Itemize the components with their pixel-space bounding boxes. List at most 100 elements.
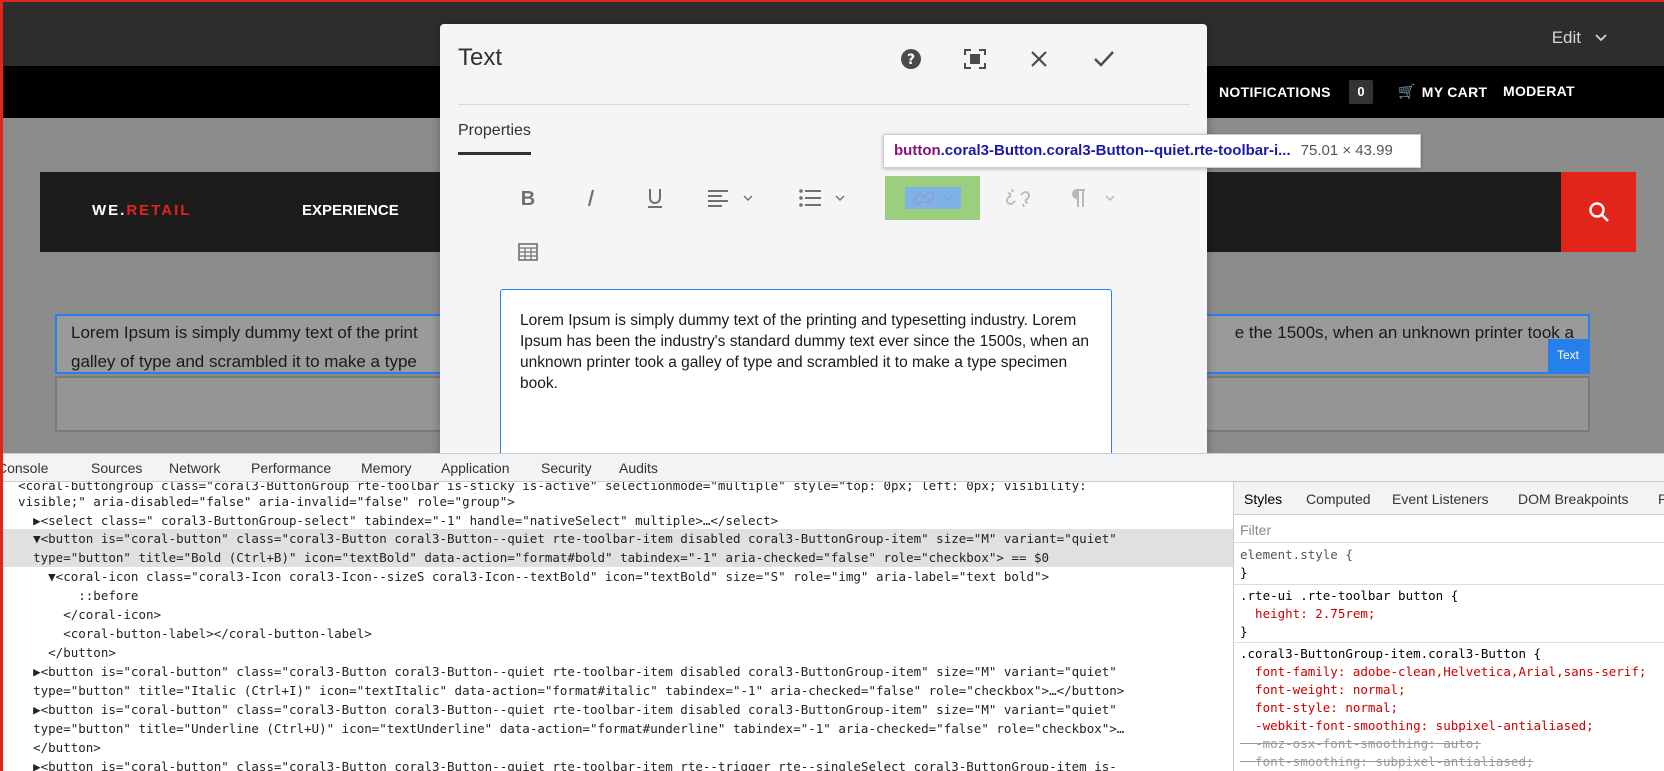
mode-selector[interactable]: Edit	[1552, 28, 1607, 48]
divider	[1234, 542, 1664, 543]
style-line: }	[1240, 565, 1248, 580]
moderate-label: MODERAT	[1503, 83, 1575, 99]
element-inspector-tooltip: button.coral3-Button.coral3-Button--quie…	[883, 134, 1421, 168]
dom-line-selected[interactable]: type="button" title="Bold (Ctrl+B)" icon…	[3, 548, 1233, 567]
chevron-down-icon	[835, 195, 845, 201]
tooltip-classes: .coral3-Button.coral3-Button--quiet.rte-…	[940, 142, 1291, 159]
chevron-down-icon	[1105, 195, 1115, 201]
unlink-button[interactable]	[995, 176, 1041, 220]
styles-tabbar: Styles Computed Event Listeners DOM Brea…	[1234, 482, 1664, 515]
style-line[interactable]: font-style: normal;	[1240, 699, 1398, 717]
tab-security[interactable]: Security	[541, 460, 592, 476]
logo[interactable]: WE.RETAIL	[92, 202, 191, 219]
dom-line[interactable]: ::before	[3, 586, 138, 605]
dom-line[interactable]: ▼<coral-icon class="coral3-Icon coral3-I…	[3, 567, 1049, 586]
list-icon	[799, 189, 821, 207]
style-line[interactable]: -webkit-font-smoothing: subpixel-antiali…	[1240, 717, 1594, 735]
bold-button[interactable]: B	[505, 176, 551, 220]
style-line[interactable]: .rte-ui .rte-toolbar button {	[1240, 587, 1458, 605]
search-icon	[1588, 202, 1609, 222]
list-dropdown[interactable]	[787, 176, 857, 220]
close-button[interactable]	[1025, 45, 1053, 73]
styles-filter-input[interactable]: Filter	[1240, 522, 1271, 538]
dom-line[interactable]: ▶<select class=" coral3-ButtonGroup-sele…	[3, 511, 778, 530]
italic-button[interactable]	[568, 176, 614, 220]
dom-line[interactable]: </button>	[3, 643, 116, 662]
dom-line-selected[interactable]: ▼<button is="coral-button" class="coral3…	[3, 529, 1233, 548]
tab-performance[interactable]: Performance	[251, 460, 331, 476]
elements-tree: <coral-buttongroup class="coral3-ButtonG…	[3, 482, 1233, 771]
style-line[interactable]: .coral3-ButtonGroup-item.coral3-Button {	[1240, 645, 1541, 663]
dom-line[interactable]: </coral-icon>	[3, 605, 161, 624]
dom-line[interactable]: type="button" title="Underline (Ctrl+U)"…	[3, 719, 1124, 738]
tooltip-tag: button	[894, 142, 941, 159]
text-edit-dialog: Text ? Properties B Lorem Ipsum is simpl…	[440, 24, 1207, 459]
justify-dropdown[interactable]	[695, 176, 765, 220]
search-button[interactable]	[1561, 172, 1636, 252]
style-line[interactable]: element.style {	[1240, 546, 1353, 564]
component-type-badge: Text	[1547, 339, 1588, 372]
chevron-down-icon	[943, 195, 952, 201]
notifications-link[interactable]: NOTIFICATIONS	[1187, 83, 1331, 100]
tab-computed[interactable]: Computed	[1306, 491, 1371, 507]
svg-text:B: B	[521, 188, 535, 208]
dom-line[interactable]: <coral-button-label></coral-button-label…	[3, 624, 372, 643]
style-line[interactable]: font-family: adobe-clean,Helvetica,Arial…	[1240, 663, 1646, 681]
tab-sources[interactable]: Sources	[91, 460, 142, 476]
table-button[interactable]	[505, 230, 551, 274]
paragraph-format-dropdown[interactable]	[1057, 176, 1129, 220]
logo-suffix: RETAIL	[126, 202, 192, 219]
help-icon: ?	[901, 49, 921, 69]
link-highlight	[904, 187, 961, 209]
bold-icon: B	[521, 188, 535, 208]
underline-button[interactable]	[632, 176, 678, 220]
dom-line[interactable]: ▶<button is="coral-button" class="coral3…	[3, 700, 1117, 719]
style-line[interactable]: height: 2.75rem;	[1240, 605, 1375, 623]
tab-console[interactable]: Console	[3, 460, 48, 476]
dialog-title: Text	[458, 44, 503, 71]
dom-line[interactable]: ▶<button is="coral-button" class="coral3…	[3, 757, 1117, 771]
italic-icon	[587, 189, 595, 207]
divider	[1234, 584, 1664, 585]
style-line[interactable]: -moz-osx-font-smoothing: auto;	[1240, 735, 1481, 753]
tab-network[interactable]: Network	[169, 460, 220, 476]
style-line[interactable]: font-smoothing: subpixel-antialiased;	[1240, 753, 1533, 771]
unlink-icon	[1006, 188, 1030, 208]
chevron-down-icon	[743, 195, 753, 201]
nav-item-experience[interactable]: EXPERIENCE	[302, 202, 399, 219]
done-button[interactable]	[1090, 45, 1118, 73]
tab-application[interactable]: Application	[441, 460, 510, 476]
tab-event-listeners[interactable]: Event Listeners	[1392, 491, 1489, 507]
tab-styles[interactable]: Styles	[1244, 491, 1282, 507]
help-button[interactable]: ?	[897, 45, 925, 73]
align-left-icon	[708, 190, 728, 207]
tab-properties-overflow[interactable]: P	[1658, 491, 1664, 507]
tab-memory[interactable]: Memory	[361, 460, 412, 476]
tab-audits[interactable]: Audits	[619, 460, 658, 476]
styles-pane: Styles Computed Event Listeners DOM Brea…	[1233, 482, 1664, 771]
logo-prefix: WE.	[92, 202, 127, 219]
dom-line[interactable]: type="button" title="Italic (Ctrl+I)" ic…	[3, 681, 1124, 700]
style-line[interactable]: font-weight: normal;	[1240, 681, 1406, 699]
checkmark-icon	[1094, 51, 1114, 67]
fullscreen-button[interactable]	[961, 45, 989, 73]
close-icon	[1031, 51, 1047, 67]
header-divider	[458, 104, 1190, 105]
tab-dom-breakpoints[interactable]: DOM Breakpoints	[1518, 491, 1628, 507]
notifications-count-badge: 0	[1349, 80, 1373, 104]
devtools-tabbar: Console Sources Network Performance Memo…	[3, 454, 1664, 482]
link-dropdown[interactable]	[885, 176, 980, 220]
cart-link[interactable]: 🛒 MY CART	[1398, 83, 1487, 100]
rich-text-editor[interactable]: Lorem Ipsum is simply dummy text of the …	[500, 289, 1112, 459]
browser-viewport: Edit 0 NOTIFICATIONS 0 🛒 MY CART MODERAT…	[0, 0, 1664, 771]
text-line-1-right: e the 1500s, when an unknown printer too…	[1234, 323, 1574, 342]
dom-line[interactable]: visible;" aria-disabled="false" aria-inv…	[3, 492, 515, 511]
tooltip-size: 75.01 × 43.99	[1300, 142, 1393, 159]
cart-icon: 🛒	[1398, 83, 1416, 99]
mode-label: Edit	[1551, 28, 1581, 47]
dom-line[interactable]: ▶<button is="coral-button" class="coral3…	[3, 662, 1117, 681]
underline-icon	[648, 189, 662, 208]
tab-properties[interactable]: Properties	[458, 122, 531, 155]
moderate-link[interactable]: MODERAT	[1503, 83, 1575, 99]
dom-line[interactable]: </button>	[3, 738, 101, 757]
